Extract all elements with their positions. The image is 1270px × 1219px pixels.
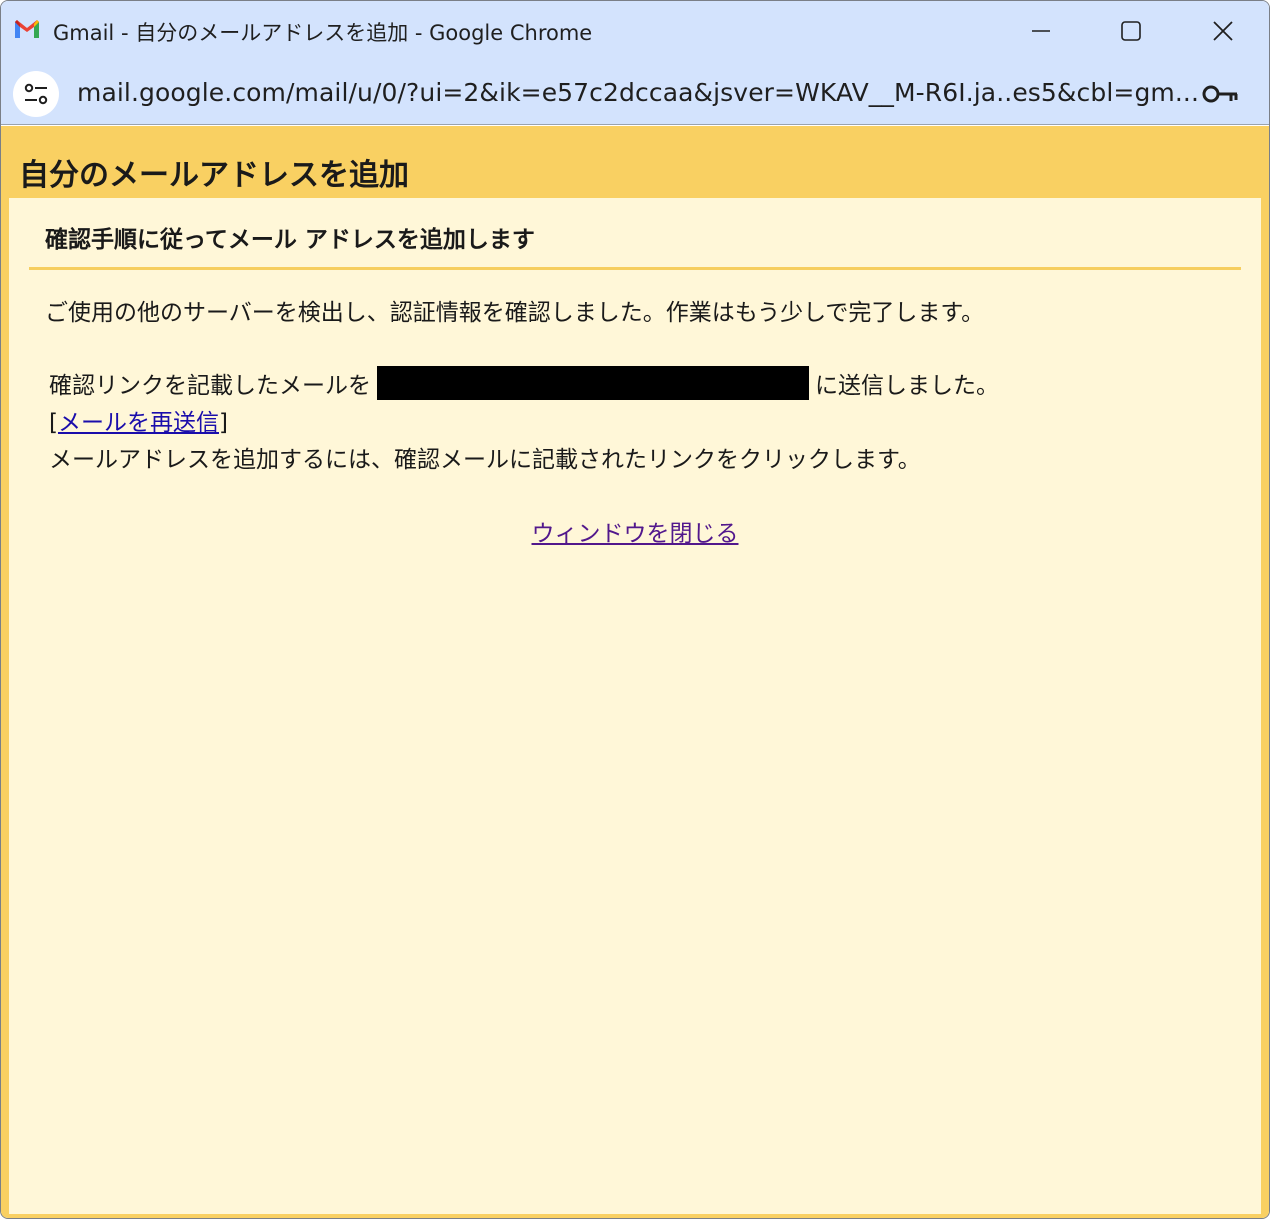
sent-prefix: 確認リンクを記載したメールを [49,373,371,399]
address-bar: mail.google.com/mail/u/0/?ui=2&ik=e57c2d… [1,61,1269,125]
verification-message: ご使用の他のサーバーを検出し、認証情報を確認しました。作業はもう少しで完了します… [45,300,985,326]
key-icon[interactable] [1201,81,1241,107]
sent-message: 確認リンクを記載したメールを に送信しました。 [49,366,999,400]
minimize-icon [1032,30,1050,32]
browser-window: Gmail - 自分のメールアドレスを追加 - Google Chrome ma… [0,0,1270,1219]
content-panel: 確認手順に従ってメール アドレスを追加します ご使用の他のサーバーを検出し、認証… [9,198,1261,1214]
page-title: 自分のメールアドレスを追加 [19,158,409,193]
sent-suffix: に送信しました。 [815,373,999,399]
page-content: 自分のメールアドレスを追加 確認手順に従ってメール アドレスを追加します ご使用… [1,126,1269,1218]
title-bar[interactable]: Gmail - 自分のメールアドレスを追加 - Google Chrome [1,1,1269,61]
maximize-icon [1121,21,1141,41]
bracket-close: ] [218,410,228,436]
redacted-email [377,366,809,400]
section-subtitle: 確認手順に従ってメール アドレスを追加します [45,227,535,253]
close-icon [1213,21,1233,41]
site-info-button[interactable] [13,71,59,117]
divider [29,267,1241,270]
gmail-icon [15,20,39,38]
url-field[interactable]: mail.google.com/mail/u/0/?ui=2&ik=e57c2d… [77,78,1199,107]
close-window-link[interactable]: ウィンドウを閉じる [532,521,739,547]
resend-email-link[interactable]: メールを再送信 [58,410,219,436]
maximize-button[interactable] [1085,1,1177,61]
site-info-icon [24,83,48,105]
resend-line: [メールを再送信] [49,403,228,437]
close-link-container: ウィンドウを閉じる [9,514,1261,548]
instruction-text: メールアドレスを追加するには、確認メールに記載されたリンクをクリックします。 [49,447,921,473]
bracket-open: [ [49,410,58,436]
page-header: 自分のメールアドレスを追加 [9,126,1261,198]
minimize-button[interactable] [995,1,1087,61]
close-button[interactable] [1177,1,1269,61]
window-title: Gmail - 自分のメールアドレスを追加 - Google Chrome [53,21,593,45]
